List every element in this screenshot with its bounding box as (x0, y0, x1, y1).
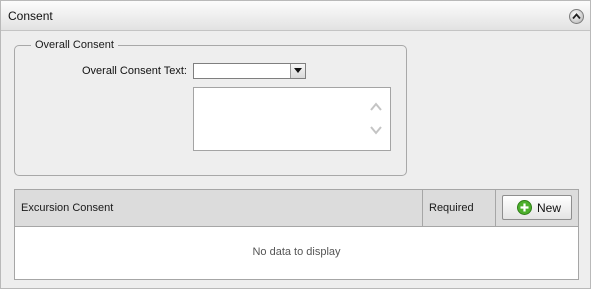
overall-consent-select[interactable] (193, 63, 306, 79)
column-excursion-consent[interactable]: Excursion Consent (21, 202, 113, 214)
overall-consent-legend: Overall Consent (35, 39, 114, 51)
new-button[interactable]: New (502, 195, 572, 220)
panel-title: Consent (8, 9, 53, 23)
chevron-up-icon (572, 13, 581, 20)
scroll-up-icon[interactable] (369, 102, 383, 112)
plus-circle-icon (517, 200, 532, 215)
select-dropdown-button[interactable] (290, 64, 305, 78)
collapse-button[interactable] (569, 9, 584, 24)
overall-consent-textarea[interactable] (193, 87, 391, 151)
column-divider (422, 190, 423, 226)
consent-panel: Consent Overall Consent Overall Consent … (0, 0, 591, 289)
overall-consent-text-label: Overall Consent Text: (82, 65, 187, 77)
chevron-down-icon (294, 68, 302, 73)
panel-header: Consent (1, 1, 590, 31)
column-divider (495, 190, 496, 226)
empty-message: No data to display (252, 246, 341, 258)
scroll-down-icon[interactable] (369, 125, 383, 135)
column-required[interactable]: Required (429, 202, 474, 214)
excursion-consent-grid: Excursion Consent Required New No data t… (14, 189, 579, 280)
new-button-label: New (537, 201, 562, 215)
grid-header: Excursion Consent Required New (15, 190, 578, 227)
